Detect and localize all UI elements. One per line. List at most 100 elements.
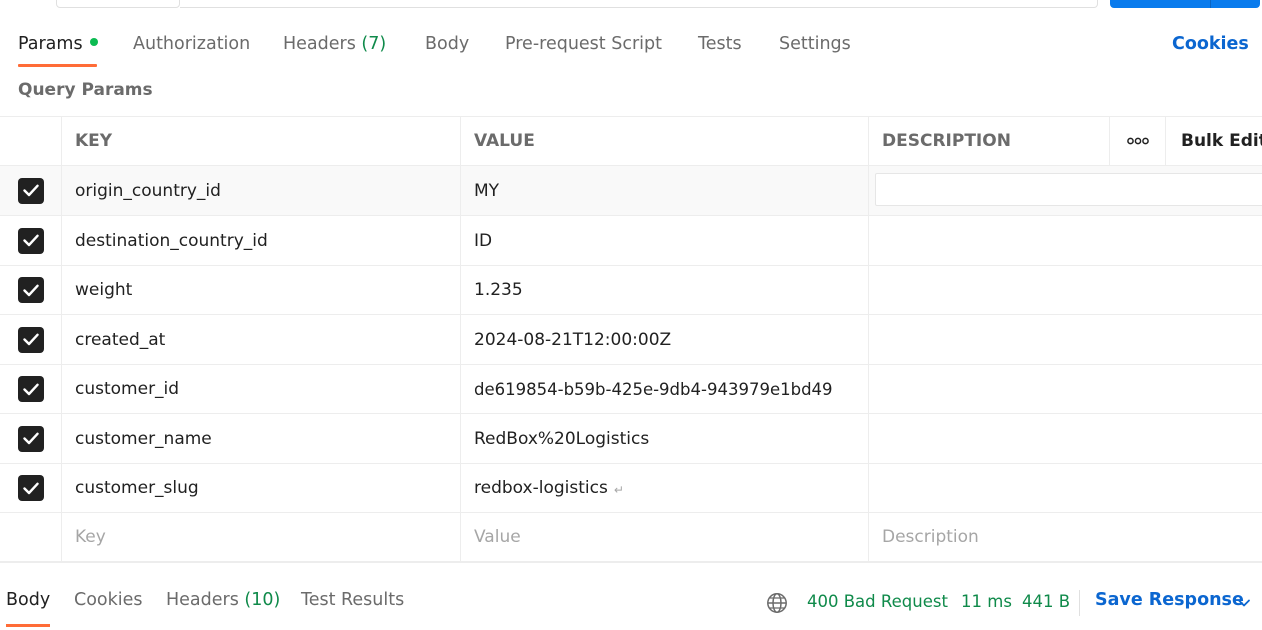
return-icon: ↵ xyxy=(613,483,624,497)
new-key-input[interactable]: Key xyxy=(62,513,461,561)
table-row: customer_slug redbox-logistics ↵ xyxy=(0,464,1262,513)
active-tab-indicator xyxy=(18,64,97,67)
params-active-dot xyxy=(89,38,98,46)
param-value[interactable]: MY xyxy=(461,166,869,215)
checkmark-icon xyxy=(22,184,39,197)
more-horizontal-icon xyxy=(1126,137,1149,145)
param-description[interactable] xyxy=(869,315,1262,364)
tab-prerequest-script[interactable]: Pre-request Script xyxy=(505,22,662,68)
send-dropdown-divider xyxy=(1210,0,1211,8)
checkmark-icon xyxy=(22,383,39,395)
param-value-text: redbox-logistics xyxy=(474,478,608,498)
table-row: customer_name RedBox%20Logistics xyxy=(0,414,1262,464)
save-response-button[interactable]: Save Response xyxy=(1095,590,1244,610)
more-options-button[interactable] xyxy=(1110,117,1166,165)
row-checkbox[interactable] xyxy=(17,177,44,204)
tab-authorization[interactable]: Authorization xyxy=(133,22,250,68)
tab-settings[interactable]: Settings xyxy=(779,22,851,68)
param-value[interactable]: redbox-logistics ↵ xyxy=(461,464,869,512)
param-description[interactable] xyxy=(869,464,1262,512)
tab-tests[interactable]: Tests xyxy=(698,22,742,68)
column-header-key: KEY xyxy=(62,117,461,165)
row-checkbox-cell xyxy=(0,513,62,561)
param-description[interactable] xyxy=(869,166,1262,215)
bulk-edit-button[interactable]: Bulk Edit xyxy=(1166,117,1262,165)
row-checkbox[interactable] xyxy=(17,277,44,303)
tab-headers-count: (7) xyxy=(361,34,387,54)
checkmark-icon xyxy=(22,482,39,494)
row-checkbox[interactable] xyxy=(17,326,44,353)
row-checkbox-cell xyxy=(0,315,62,364)
response-divider xyxy=(0,562,1262,578)
row-checkbox-cell xyxy=(0,166,62,215)
param-key[interactable]: created_at xyxy=(62,315,461,364)
cookies-link[interactable]: Cookies xyxy=(1172,22,1249,68)
row-checkbox[interactable] xyxy=(17,376,44,402)
param-key[interactable]: destination_country_id xyxy=(62,216,461,265)
description-input[interactable] xyxy=(875,173,1262,206)
tab-headers-label: Headers xyxy=(283,34,356,54)
row-checkbox-cell xyxy=(0,464,62,512)
new-value-input[interactable]: Value xyxy=(461,513,869,561)
tab-params-label: Params xyxy=(18,34,83,54)
table-row: weight 1.235 xyxy=(0,266,1262,315)
param-value[interactable]: ID xyxy=(461,216,869,265)
response-tab-headers-label: Headers xyxy=(166,590,239,610)
param-description[interactable] xyxy=(869,365,1262,413)
row-checkbox-cell xyxy=(0,266,62,314)
method-select[interactable] xyxy=(56,0,180,8)
param-value[interactable]: de619854-b59b-425e-9db4-943979e1bd49 xyxy=(461,365,869,413)
param-value[interactable]: 2024-08-21T12:00:00Z xyxy=(461,315,869,364)
param-description[interactable] xyxy=(869,414,1262,463)
tab-params[interactable]: Params xyxy=(18,22,98,68)
response-tab-headers-count: (10) xyxy=(244,590,281,610)
checkmark-icon xyxy=(22,234,39,247)
param-value[interactable]: 1.235 xyxy=(461,266,869,314)
row-checkbox[interactable] xyxy=(17,227,44,254)
request-tabs: Params Authorization Headers (7) Body Pr… xyxy=(0,22,1262,68)
response-tab-test-results[interactable]: Test Results xyxy=(301,590,404,610)
tab-body[interactable]: Body xyxy=(425,22,469,68)
param-key[interactable]: customer_name xyxy=(62,414,461,463)
param-description[interactable] xyxy=(869,216,1262,265)
row-checkbox-cell xyxy=(0,414,62,463)
column-header-value: VALUE xyxy=(461,117,869,165)
new-param-row: Key Value Description xyxy=(0,513,1262,562)
header-checkbox-column xyxy=(0,117,62,165)
new-description-input[interactable]: Description xyxy=(869,513,1262,561)
table-header-row: KEY VALUE DESCRIPTION Bulk Edit xyxy=(0,116,1262,166)
response-active-tab-indicator xyxy=(6,624,50,627)
query-params-title: Query Params xyxy=(18,80,153,100)
checkmark-icon xyxy=(22,284,39,296)
table-row: customer_id de619854-b59b-425e-9db4-9439… xyxy=(0,365,1262,414)
row-checkbox[interactable] xyxy=(17,425,44,452)
globe-icon[interactable] xyxy=(766,592,788,614)
table-row: created_at 2024-08-21T12:00:00Z xyxy=(0,315,1262,365)
param-key[interactable]: customer_id xyxy=(62,365,461,413)
row-checkbox[interactable] xyxy=(17,475,44,501)
column-header-description: DESCRIPTION xyxy=(869,117,1110,165)
param-key[interactable]: weight xyxy=(62,266,461,314)
param-key[interactable]: customer_slug xyxy=(62,464,461,512)
response-tab-body[interactable]: Body xyxy=(6,590,50,610)
table-row: origin_country_id MY xyxy=(0,166,1262,216)
response-tab-headers[interactable]: Headers (10) xyxy=(166,590,280,610)
param-description[interactable] xyxy=(869,266,1262,314)
url-input[interactable] xyxy=(180,0,1098,8)
row-checkbox-cell xyxy=(0,216,62,265)
param-key[interactable]: origin_country_id xyxy=(62,166,461,215)
status-code[interactable]: 400 Bad Request xyxy=(807,592,948,611)
chevron-down-icon[interactable] xyxy=(1237,596,1251,610)
response-tab-cookies[interactable]: Cookies xyxy=(74,590,143,610)
checkmark-icon xyxy=(22,333,39,346)
response-size[interactable]: 441 B xyxy=(1022,592,1070,611)
table-row: destination_country_id ID xyxy=(0,216,1262,266)
checkmark-icon xyxy=(22,432,39,445)
row-checkbox-cell xyxy=(0,365,62,413)
response-time[interactable]: 11 ms xyxy=(961,592,1012,611)
param-value[interactable]: RedBox%20Logistics xyxy=(461,414,869,463)
send-button[interactable] xyxy=(1110,0,1260,8)
tab-headers[interactable]: Headers (7) xyxy=(283,22,386,68)
postman-request-pane: Params Authorization Headers (7) Body Pr… xyxy=(0,0,1262,630)
status-divider xyxy=(1079,590,1080,616)
